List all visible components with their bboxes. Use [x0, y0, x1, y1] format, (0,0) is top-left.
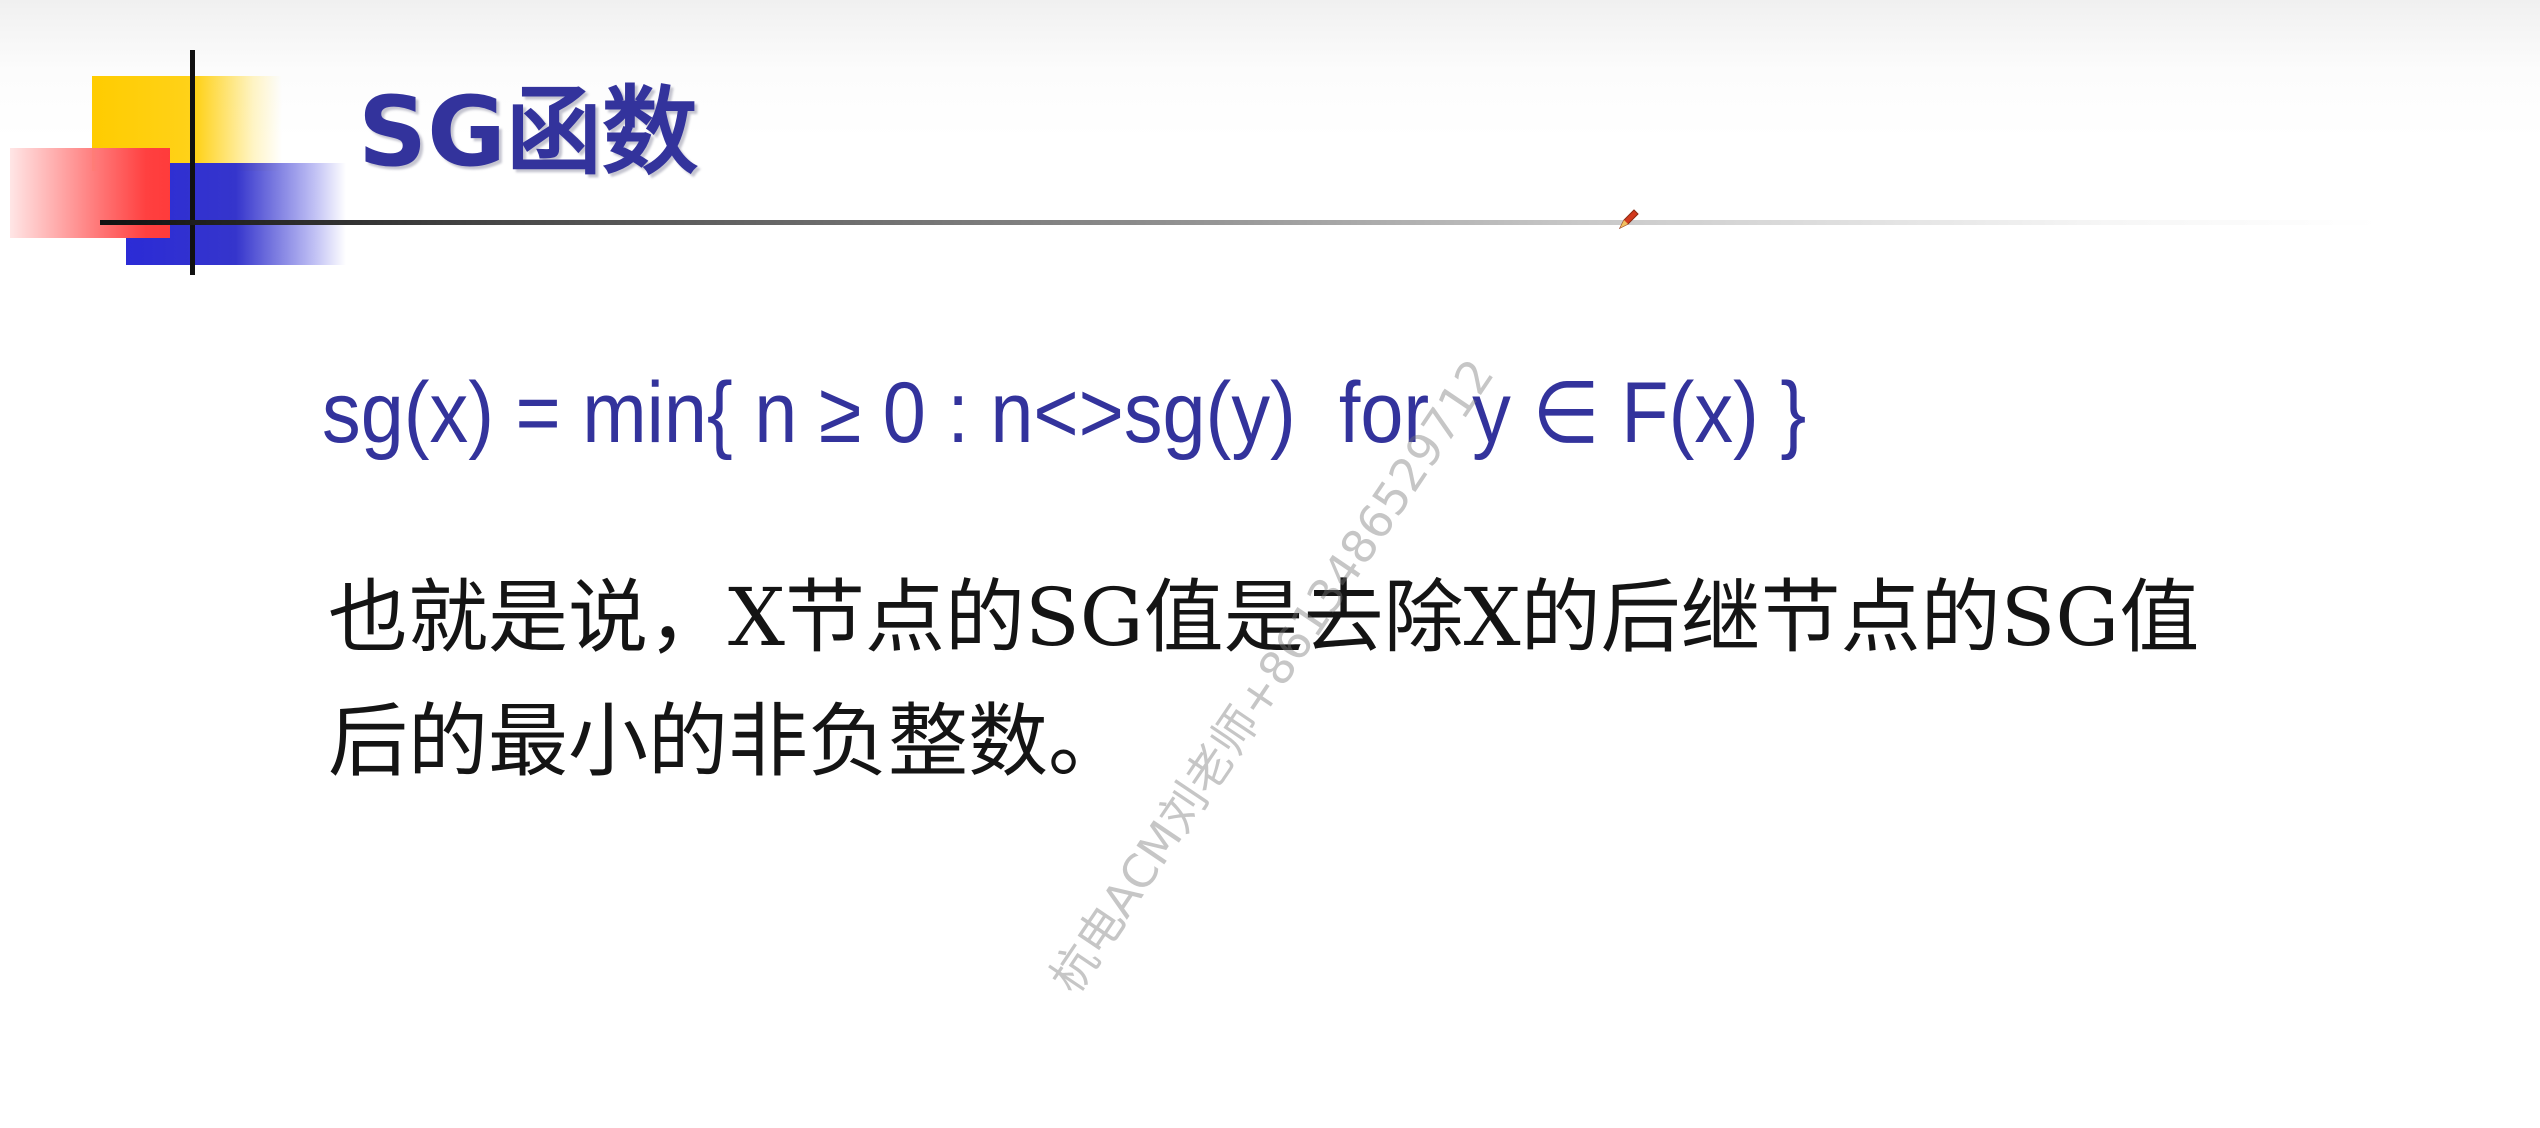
vertical-divider	[190, 50, 195, 275]
pen-icon	[1618, 209, 1639, 230]
slide-title: SG函数	[358, 76, 698, 188]
watermark: 杭电ACM刘老师+8613486529712	[1040, 349, 1505, 1002]
decorative-squares	[0, 0, 380, 300]
sg-formula: sg(x) = min{ n ≥ 0 : n<>sg(y) for y ∈ F(…	[322, 365, 1807, 461]
title-underline	[100, 220, 2380, 225]
slide: SG函数 sg(x) = min{ n ≥ 0 : n<>sg(y) for y…	[0, 0, 2540, 1128]
